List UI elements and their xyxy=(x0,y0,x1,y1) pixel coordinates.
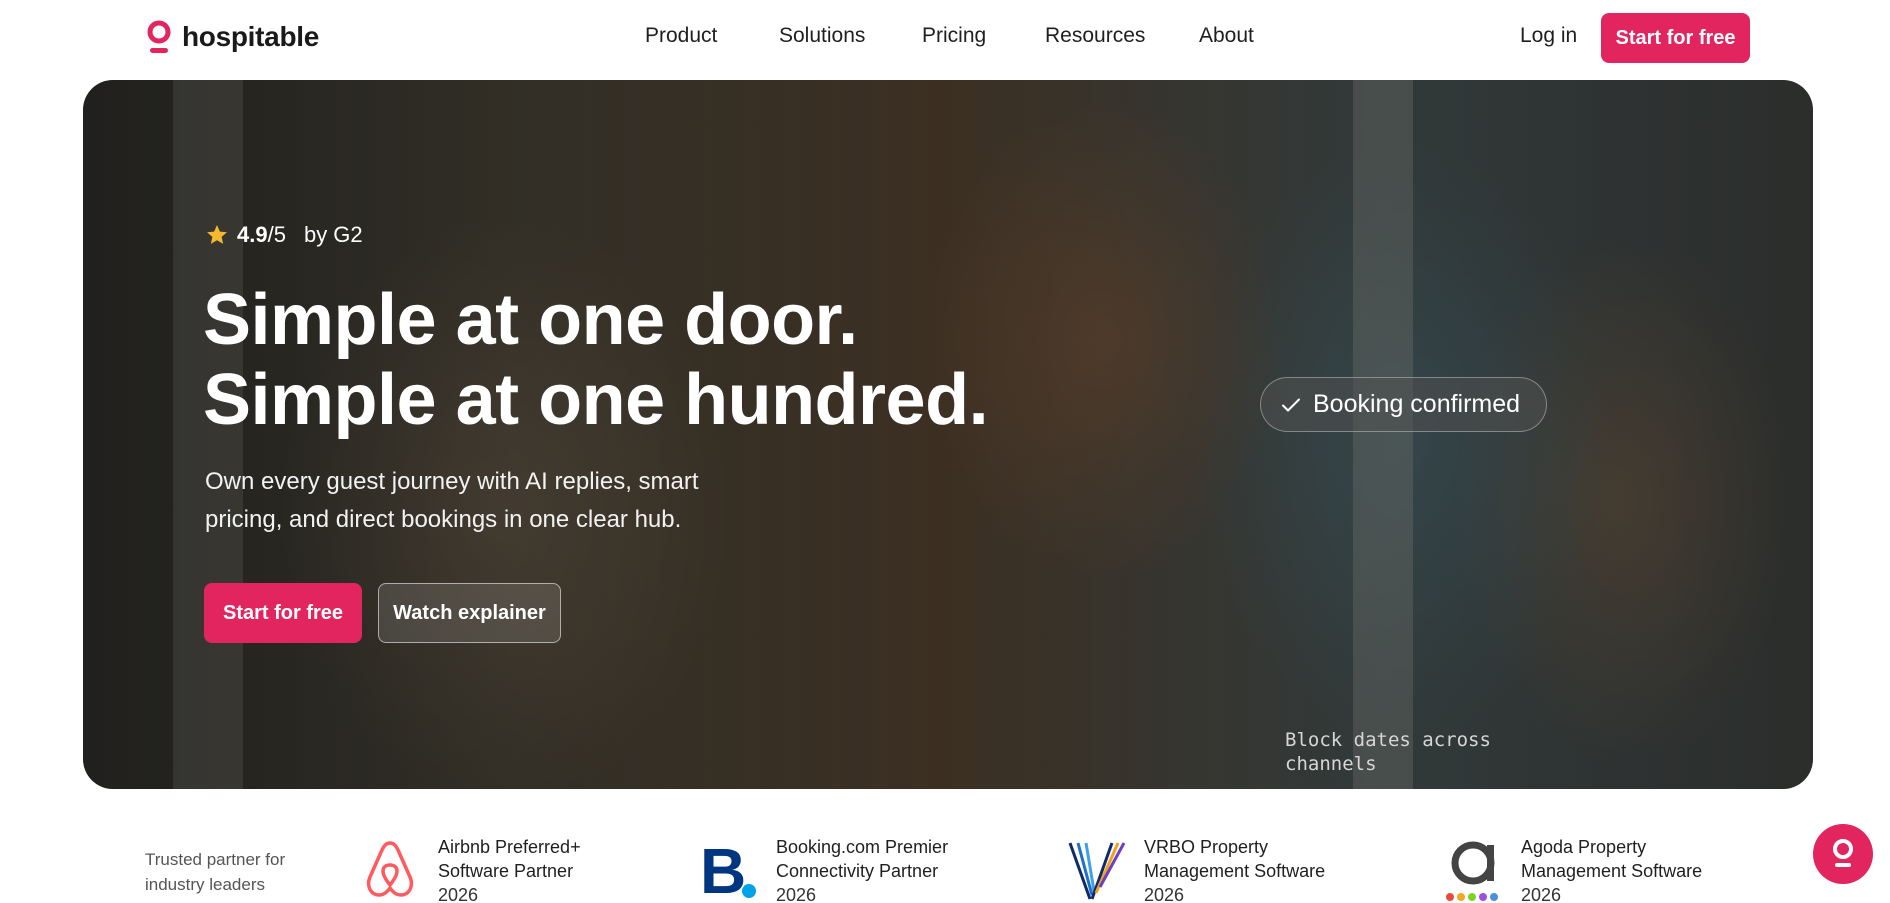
partner-year: 2026 xyxy=(438,885,479,903)
nav-item-about[interactable]: About xyxy=(1199,24,1254,48)
partner-year: 2026 xyxy=(1521,885,1562,903)
check-icon xyxy=(1282,398,1300,411)
partner-title: Connectivity Partner xyxy=(776,861,939,881)
partner-title: Agoda Property xyxy=(1521,837,1647,857)
hero-start-free-button[interactable]: Start for free xyxy=(204,583,362,643)
svg-text:B: B xyxy=(700,835,746,903)
star-icon xyxy=(207,225,227,244)
partner-title: Software Partner xyxy=(438,861,574,881)
hero-subtext: Own every guest journey with AI replies,… xyxy=(205,468,699,533)
partner-title: VRBO Property xyxy=(1144,837,1269,857)
brand-name: hospitable xyxy=(182,21,320,52)
partner-title: Booking.com Premier xyxy=(776,837,949,857)
hero-headline: Simple at one door. Simple at one hundre… xyxy=(203,280,989,440)
partner-airbnb: Airbnb Preferred+ Software Partner 2026 xyxy=(360,835,581,903)
booking-badge-label: Booking confirmed xyxy=(1313,390,1521,418)
nav-item-product[interactable]: Product xyxy=(645,24,717,48)
header-start-free-button[interactable]: Start for free xyxy=(1601,13,1750,63)
nav-item-solutions[interactable]: Solutions xyxy=(779,24,865,48)
vrbo-logo xyxy=(1068,842,1126,900)
hero-section: 4.9/5 by G2 Simple at one door. Simple a… xyxy=(83,80,1813,789)
nav-item-pricing[interactable]: Pricing xyxy=(922,24,986,48)
g2-rating: 4.9/5 by G2 xyxy=(205,222,363,248)
booking-logo: B xyxy=(700,835,756,903)
block-dates-caption: Block dates across channels xyxy=(1285,729,1491,775)
hero-headline-line-2: Simple at one hundred. xyxy=(203,360,989,440)
partner-title: Airbnb Preferred+ xyxy=(438,837,581,857)
partner-agoda: Agoda Property Management Software 2026 xyxy=(1443,835,1702,903)
partner-booking: B Booking.com Premier Connectivity Partn… xyxy=(698,835,948,903)
agoda-logo xyxy=(1446,841,1498,901)
chat-launcher-button[interactable] xyxy=(1813,824,1873,884)
watch-explainer-button[interactable]: Watch explainer xyxy=(378,583,561,643)
partner-title: Management Software xyxy=(1144,861,1326,881)
partner-year: 2026 xyxy=(1144,885,1185,903)
nav-item-resources[interactable]: Resources xyxy=(1045,24,1145,48)
brand-logo[interactable]: hospitable xyxy=(146,20,319,54)
airbnb-logo xyxy=(366,841,414,897)
partner-year: 2026 xyxy=(776,885,817,903)
hospitable-logo-icon xyxy=(147,20,171,53)
hero-headline-line-1: Simple at one door. xyxy=(203,280,858,360)
trusted-partner-label: Trusted partner for industry leaders xyxy=(145,850,286,894)
chat-launcher-icon xyxy=(1833,839,1853,867)
login-link[interactable]: Log in xyxy=(1520,24,1577,48)
partner-title: Management Software xyxy=(1521,861,1703,881)
rating-score: 4.9 xyxy=(237,222,268,247)
booking-confirmed-badge: Booking confirmed xyxy=(1260,377,1547,432)
partner-vrbo: VRBO Property Management Software 2026 xyxy=(1066,835,1325,903)
rating-source: by G2 xyxy=(303,222,363,247)
site-header: hospitable Product Solutions Pricing Res… xyxy=(0,0,1890,80)
rating-out-of: /5 xyxy=(267,222,286,247)
